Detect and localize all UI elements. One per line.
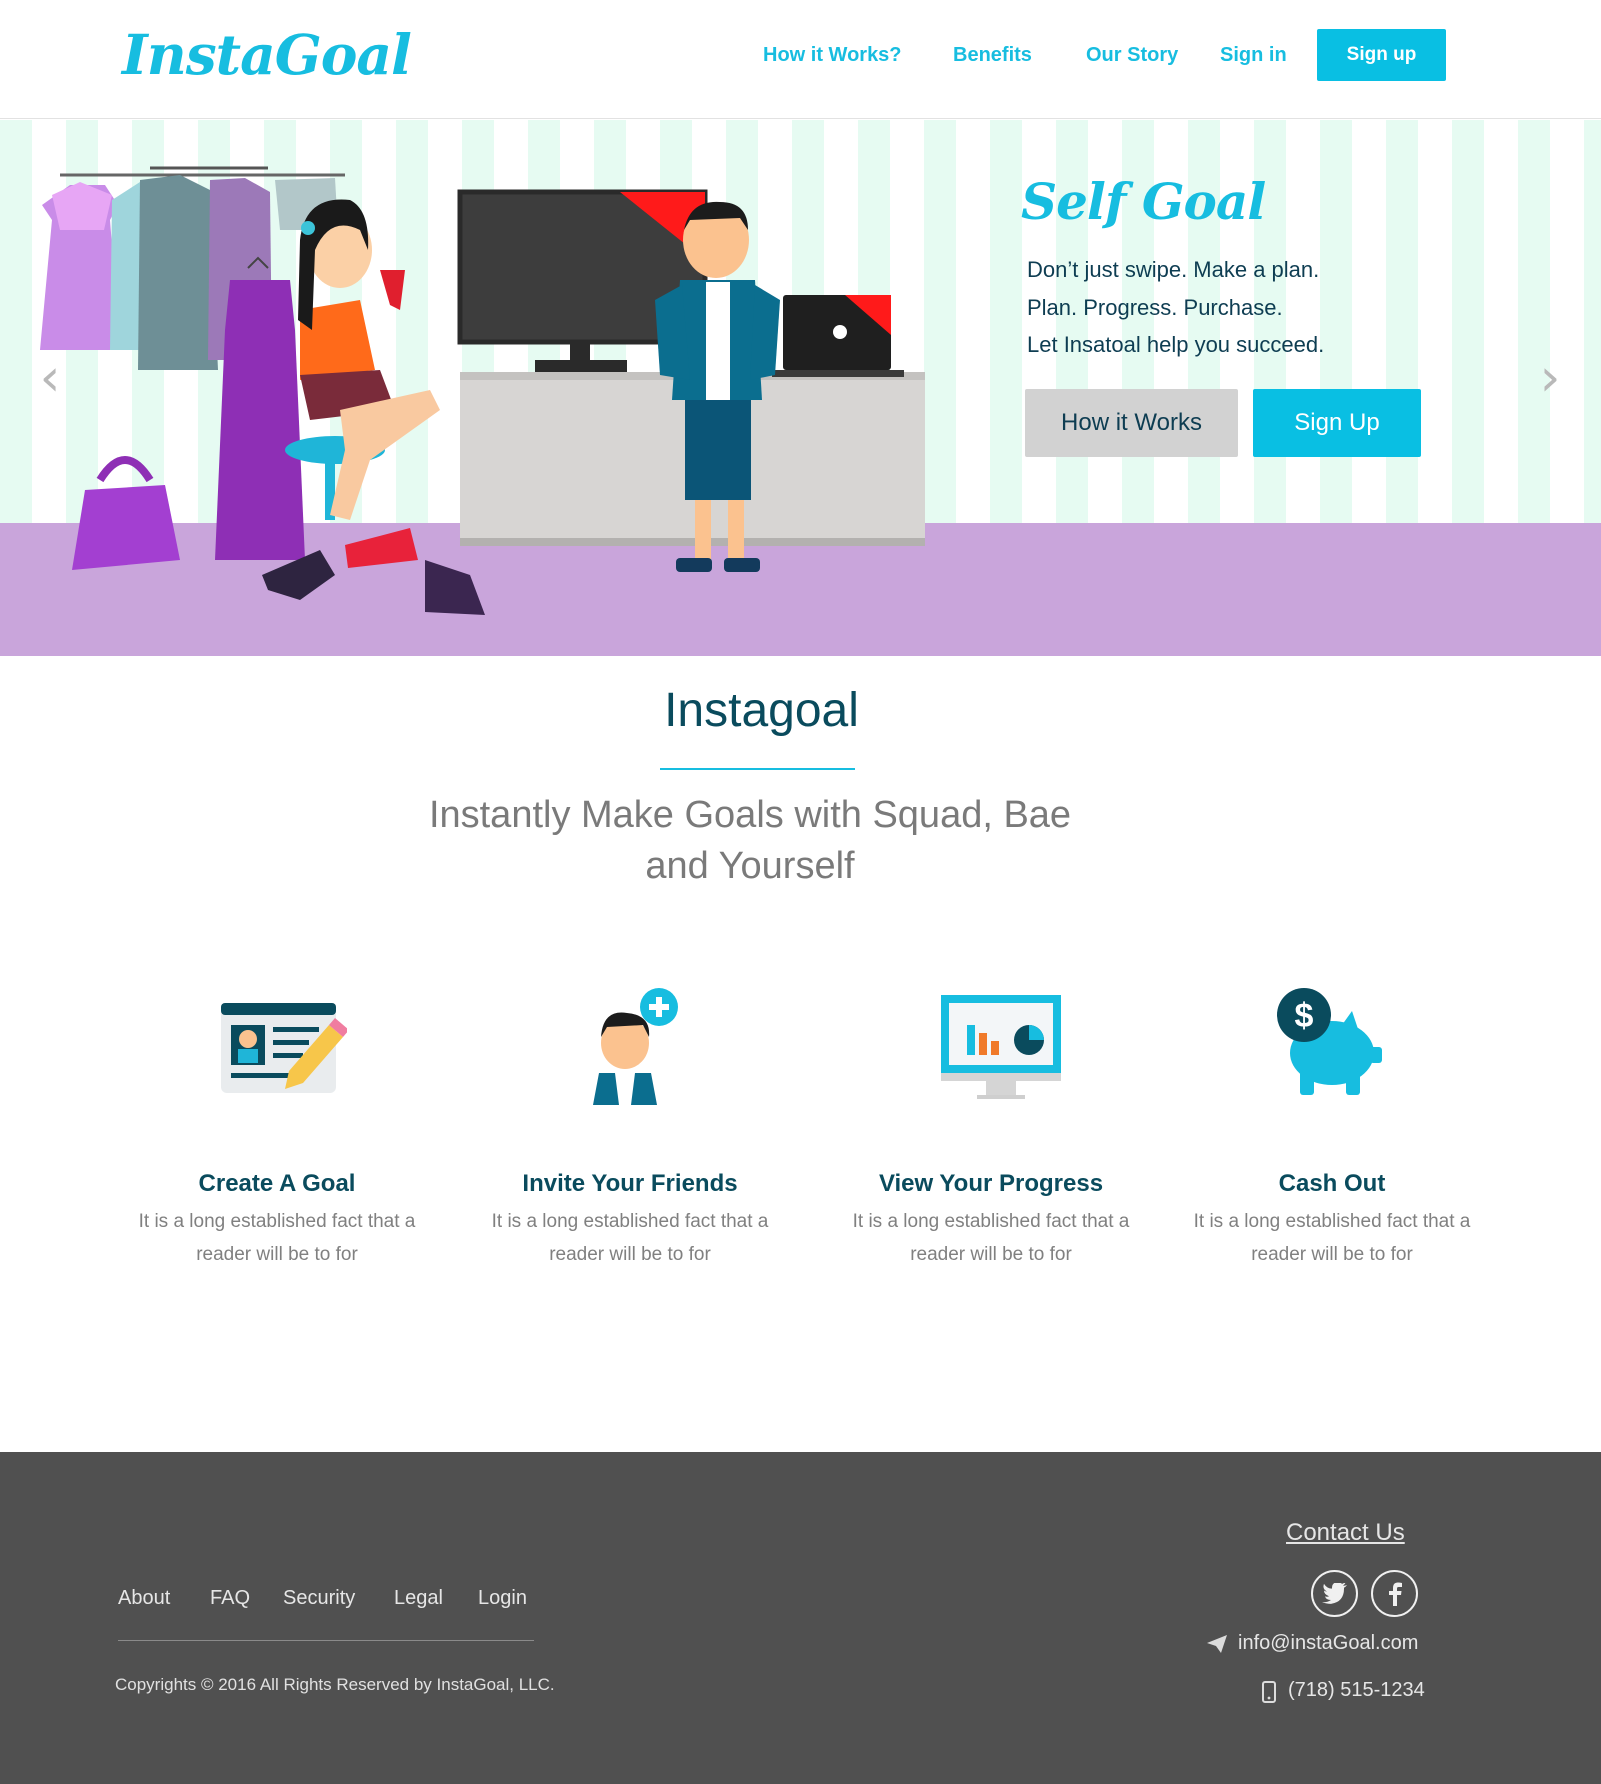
- feature-title: Invite Your Friends: [522, 1170, 738, 1197]
- hero-carousel: ‹ › Self Goal Don’t just swipe. Make a p…: [0, 120, 1601, 656]
- chevron-right-icon[interactable]: ›: [1530, 348, 1570, 408]
- hero-illustration: [40, 166, 925, 615]
- contact-phone[interactable]: (718) 515-1234: [1288, 1679, 1425, 1702]
- chevron-left-icon[interactable]: ‹: [30, 348, 70, 408]
- footer-link-faq[interactable]: FAQ: [210, 1587, 250, 1610]
- footer-divider: [118, 1640, 534, 1641]
- piggy-bank-icon: $: [1277, 988, 1382, 1095]
- feature-title: Create A Goal: [198, 1170, 356, 1197]
- woman-figure: [285, 199, 440, 520]
- twitter-icon: [1321, 1582, 1347, 1604]
- twitter-icon[interactable]: [1311, 1570, 1358, 1617]
- logo[interactable]: InstaGoal: [122, 22, 412, 87]
- purple-dress: [215, 256, 305, 560]
- feature-description: It is a long established fact that a rea…: [491, 1211, 769, 1265]
- send-icon: [1207, 1635, 1227, 1653]
- facebook-icon[interactable]: [1371, 1570, 1418, 1617]
- hero-line-1: Don’t just swipe. Make a plan.: [1027, 257, 1320, 282]
- hero-line-2: Plan. Progress. Purchase.: [1027, 295, 1283, 320]
- intro-title: Instagoal: [664, 684, 859, 737]
- phone-icon: [1262, 1681, 1276, 1703]
- copyright-text: Copyrights © 2016 All Rights Reserved by…: [115, 1675, 555, 1694]
- nav-sign-up-button[interactable]: Sign up: [1317, 29, 1446, 81]
- hero-sign-up-button[interactable]: Sign Up: [1253, 389, 1421, 457]
- contact-us-heading[interactable]: Contact Us: [1286, 1519, 1405, 1547]
- footer-link-about[interactable]: About: [118, 1587, 170, 1610]
- nav-how-it-works[interactable]: How it Works?: [763, 44, 902, 67]
- how-it-works-button[interactable]: How it Works: [1025, 389, 1238, 457]
- svg-text:$: $: [1295, 997, 1314, 1035]
- monitor-chart-icon: [941, 995, 1061, 1099]
- feature-title: View Your Progress: [878, 1170, 1104, 1197]
- nav-our-story[interactable]: Our Story: [1086, 44, 1178, 67]
- purse: [72, 456, 180, 570]
- feature-description: It is a long established fact that a rea…: [1193, 1211, 1471, 1265]
- site-footer: About FAQ Security Legal Login Copyright…: [0, 1452, 1601, 1784]
- feature-description: It is a long established fact that a rea…: [852, 1211, 1130, 1265]
- feature-description: It is a long established fact that a rea…: [138, 1211, 416, 1265]
- intro-divider: [660, 768, 855, 770]
- footer-link-login[interactable]: Login: [478, 1587, 527, 1610]
- hero-line-3: Let Insatoal help you succeed.: [1027, 332, 1325, 357]
- intro-subtitle: Instantly Make Goals with Squad, Bae and…: [428, 794, 1072, 887]
- nav-sign-in[interactable]: Sign in: [1220, 44, 1287, 67]
- feature-title: Cash Out: [1278, 1170, 1386, 1197]
- facebook-icon: [1388, 1582, 1402, 1606]
- footer-link-security[interactable]: Security: [283, 1587, 355, 1610]
- nav-benefits[interactable]: Benefits: [953, 44, 1032, 67]
- site-header: InstaGoal How it Works? Benefits Our Sto…: [0, 0, 1601, 119]
- add-user-icon: [593, 988, 678, 1105]
- clothing-rack: [40, 166, 345, 370]
- hero-title: Self Goal: [1021, 172, 1266, 231]
- contact-email[interactable]: info@instaGoal.com: [1238, 1632, 1418, 1655]
- id-card-pencil-icon: [221, 1003, 347, 1093]
- footer-link-legal[interactable]: Legal: [394, 1587, 443, 1610]
